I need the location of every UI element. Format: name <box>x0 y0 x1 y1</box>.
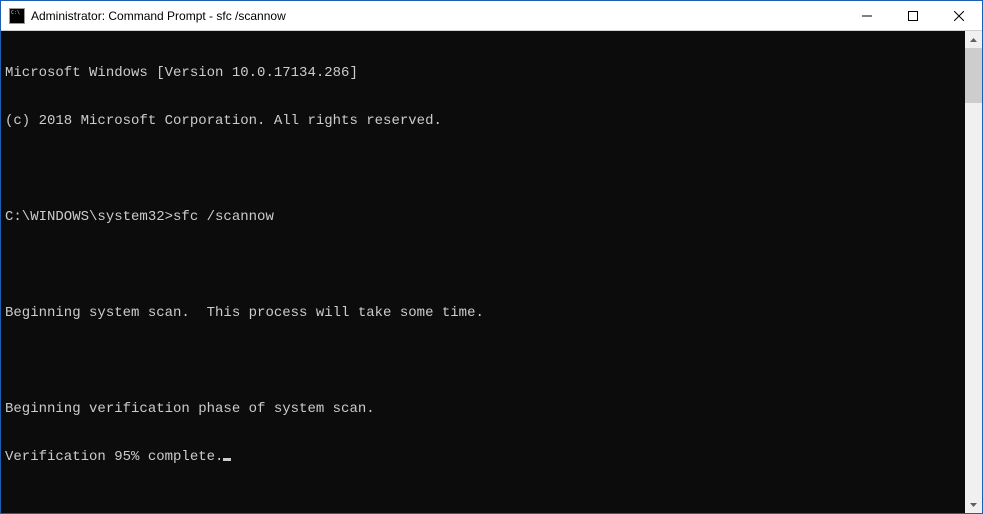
window-controls <box>844 1 982 30</box>
scrollbar-down-button[interactable] <box>965 496 982 513</box>
minimize-button[interactable] <box>844 1 890 30</box>
console-line: (c) 2018 Microsoft Corporation. All righ… <box>5 113 965 129</box>
scrollbar-track[interactable] <box>965 48 982 496</box>
minimize-icon <box>862 11 872 21</box>
console-output[interactable]: Microsoft Windows [Version 10.0.17134.28… <box>1 31 965 513</box>
chevron-down-icon <box>970 503 977 507</box>
close-button[interactable] <box>936 1 982 30</box>
window-titlebar[interactable]: Administrator: Command Prompt - sfc /sca… <box>1 1 982 31</box>
maximize-button[interactable] <box>890 1 936 30</box>
command-prompt-window: Administrator: Command Prompt - sfc /sca… <box>0 0 983 514</box>
cmd-icon <box>9 8 25 24</box>
chevron-up-icon <box>970 38 977 42</box>
console-line: Beginning verification phase of system s… <box>5 401 965 417</box>
scrollbar-thumb[interactable] <box>965 48 982 103</box>
close-icon <box>954 11 964 21</box>
console-line: Microsoft Windows [Version 10.0.17134.28… <box>5 65 965 81</box>
console-line <box>5 161 965 177</box>
window-title: Administrator: Command Prompt - sfc /sca… <box>31 9 844 23</box>
console-container: Microsoft Windows [Version 10.0.17134.28… <box>1 31 982 513</box>
console-text: Verification 95% complete. <box>5 449 223 465</box>
console-line: Beginning system scan. This process will… <box>5 305 965 321</box>
cursor-icon <box>223 458 231 461</box>
scrollbar-up-button[interactable] <box>965 31 982 48</box>
maximize-icon <box>908 11 918 21</box>
console-line <box>5 353 965 369</box>
vertical-scrollbar[interactable] <box>965 31 982 513</box>
console-line: C:\WINDOWS\system32>sfc /scannow <box>5 209 965 225</box>
console-line <box>5 257 965 273</box>
console-line: Verification 95% complete. <box>5 449 965 465</box>
